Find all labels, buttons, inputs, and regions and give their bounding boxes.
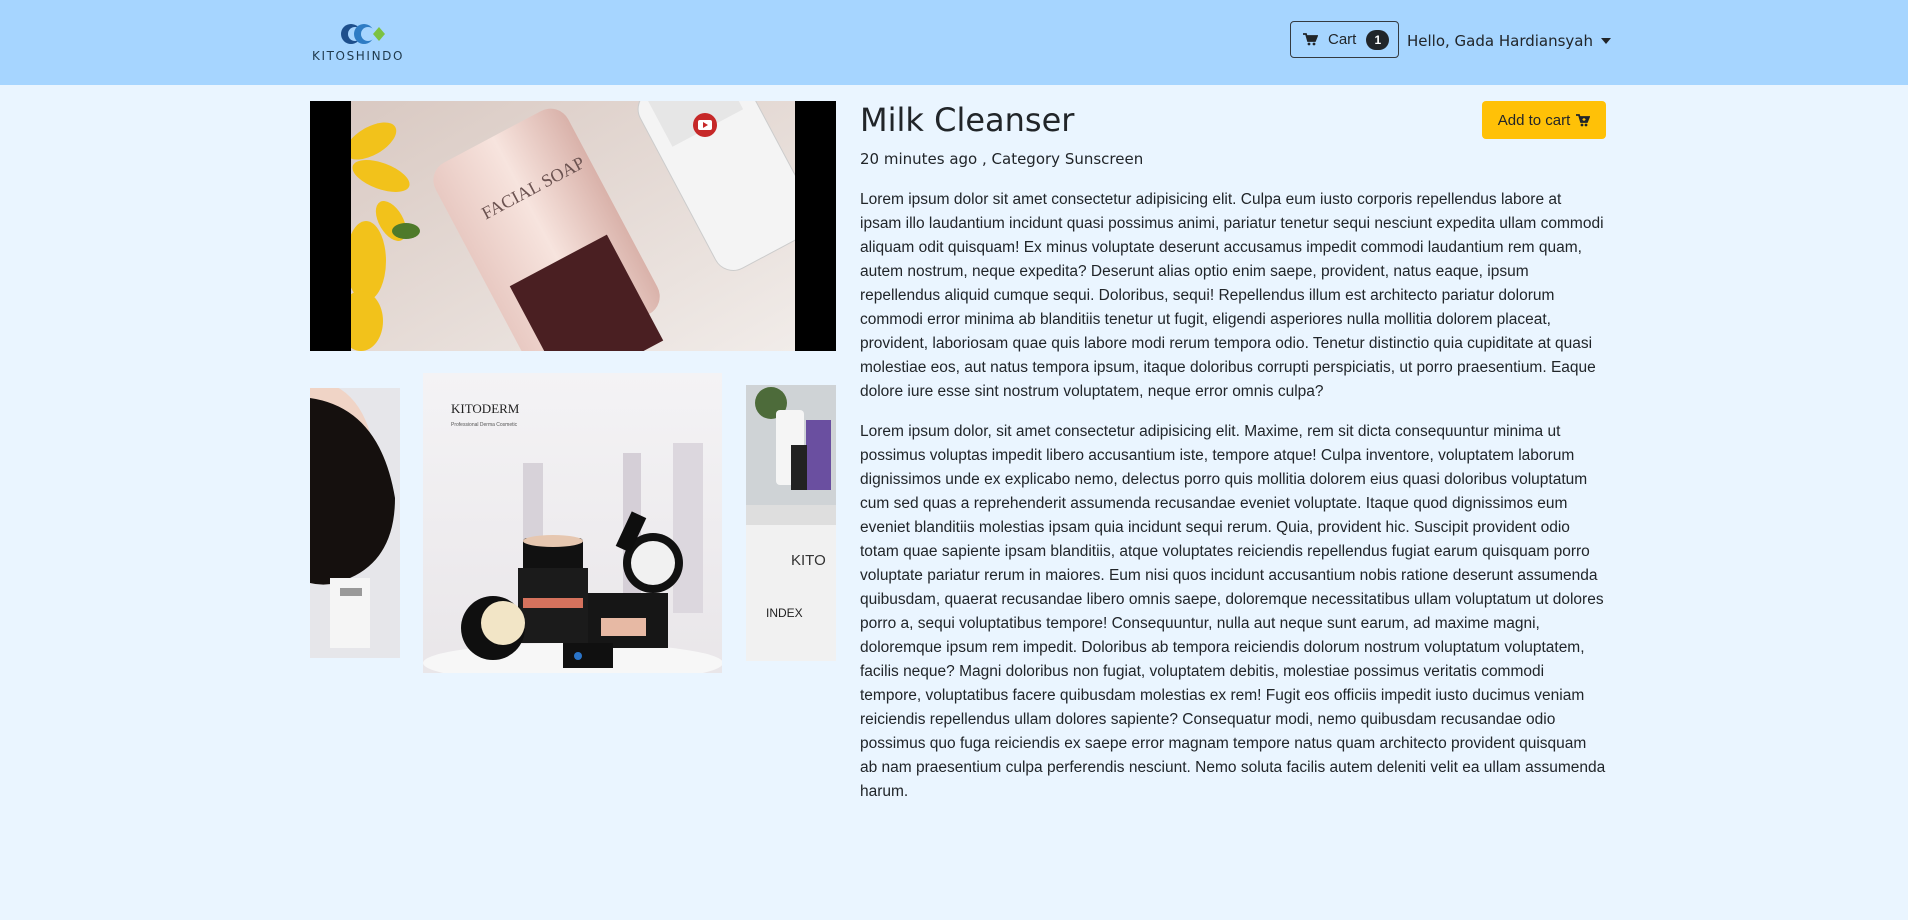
navbar: KITOSHINDO Cart 1 Hello, Gada Hardiansya… [0,0,1908,85]
carousel-slide-active[interactable]: KITODERM Professional Derma Cosmetic [423,373,722,673]
video-thumbnail: FACIAL SOAP [351,101,795,351]
product-description-paragraph: Lorem ipsum dolor sit amet consectetur a… [860,191,1604,400]
add-to-cart-label: Add to cart [1497,111,1571,129]
carousel-tagline-text: Professional Derma Cosmetic [451,422,518,428]
carousel-brand-text: KITODERM [451,401,520,416]
carousel-slide-previous[interactable] [310,388,400,658]
kitoderm-products-image: KITODERM Professional Derma Cosmetic [423,373,722,673]
shopping-cart-icon [1303,33,1318,46]
cart-count-badge: 1 [1366,29,1390,50]
product-title: Milk Cleanser [860,101,1075,139]
logo-icon [341,24,385,44]
product-video[interactable]: FACIAL SOAP [310,101,836,351]
brand-logo[interactable]: KITOSHINDO [312,22,412,64]
carousel-slide-next[interactable]: KITO INDEX [746,385,836,661]
cart-label: Cart [1328,31,1357,48]
brand-name: KITOSHINDO [312,49,405,63]
carousel-next-tagline-text: INDEX [766,606,803,620]
cart-button[interactable]: Cart 1 [1290,21,1399,58]
cart-plus-icon [1576,113,1591,126]
carousel-next-brand-text: KITO [791,552,826,569]
model-image [310,388,400,658]
user-dropdown[interactable]: Hello, Gada Hardiansyah [1407,30,1612,52]
add-to-cart-button[interactable]: Add to cart [1482,101,1606,139]
kito-index-image: KITO INDEX [746,385,836,661]
caret-down-icon [1601,38,1612,44]
youtube-icon[interactable] [692,113,718,137]
user-greeting: Hello, Gada Hardiansyah [1407,32,1594,50]
product-image-carousel[interactable]: KITODERM Professional Derma Cosmetic KIT… [310,373,836,673]
product-description-paragraph: Lorem ipsum dolor, sit amet consectetur … [860,423,1606,800]
product-meta: 20 minutes ago , Category Sunscreen [860,150,1144,168]
